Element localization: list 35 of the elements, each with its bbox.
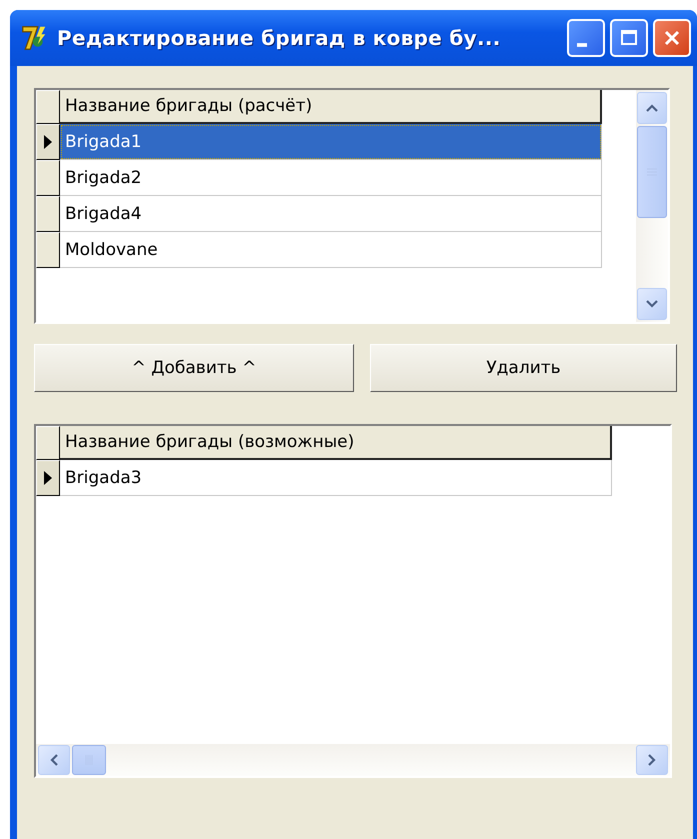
scroll-thumb[interactable]	[637, 126, 667, 218]
scroll-right-button[interactable]	[636, 745, 668, 775]
table-cell[interactable]: Moldovane	[60, 232, 602, 268]
row-indicator[interactable]	[36, 196, 60, 232]
close-icon	[662, 28, 682, 48]
window-title: Редактирование бригад в ковре бу...	[57, 26, 502, 50]
table-cell[interactable]: Brigada1	[60, 124, 602, 160]
minimize-button[interactable]	[567, 19, 605, 57]
scroll-up-button[interactable]	[637, 92, 667, 124]
current-row-icon	[43, 470, 53, 486]
action-button[interactable]: Удалить	[370, 344, 677, 392]
table-cell[interactable]: Brigada3	[60, 460, 612, 496]
horizontal-scrollbar[interactable]	[36, 744, 670, 776]
table-cell[interactable]: Brigada4	[60, 196, 602, 232]
chevron-left-icon	[50, 754, 58, 766]
table-cell[interactable]: Brigada2	[60, 160, 602, 196]
column-header[interactable]: Название бригады (возможные)	[60, 426, 612, 460]
maximize-button[interactable]	[610, 19, 648, 57]
chevron-up-icon	[646, 104, 658, 112]
row-indicator[interactable]	[36, 460, 60, 496]
scroll-thumb[interactable]	[72, 745, 106, 775]
row-indicator[interactable]	[36, 232, 60, 268]
chevron-right-icon	[648, 754, 656, 766]
scroll-left-button[interactable]	[38, 745, 70, 775]
row-indicator[interactable]	[36, 160, 60, 196]
vertical-scrollbar[interactable]	[636, 90, 668, 322]
action-button[interactable]: ^ Добавить ^	[34, 344, 354, 392]
column-header[interactable]: Название бригады (расчёт)	[60, 90, 602, 124]
row-indicator[interactable]	[36, 124, 60, 160]
chevron-down-icon	[646, 300, 658, 308]
current-row-icon	[43, 134, 53, 150]
close-button[interactable]	[653, 19, 691, 57]
maximize-icon	[619, 28, 639, 48]
scroll-down-button[interactable]	[637, 288, 667, 320]
minimize-icon	[577, 43, 587, 47]
